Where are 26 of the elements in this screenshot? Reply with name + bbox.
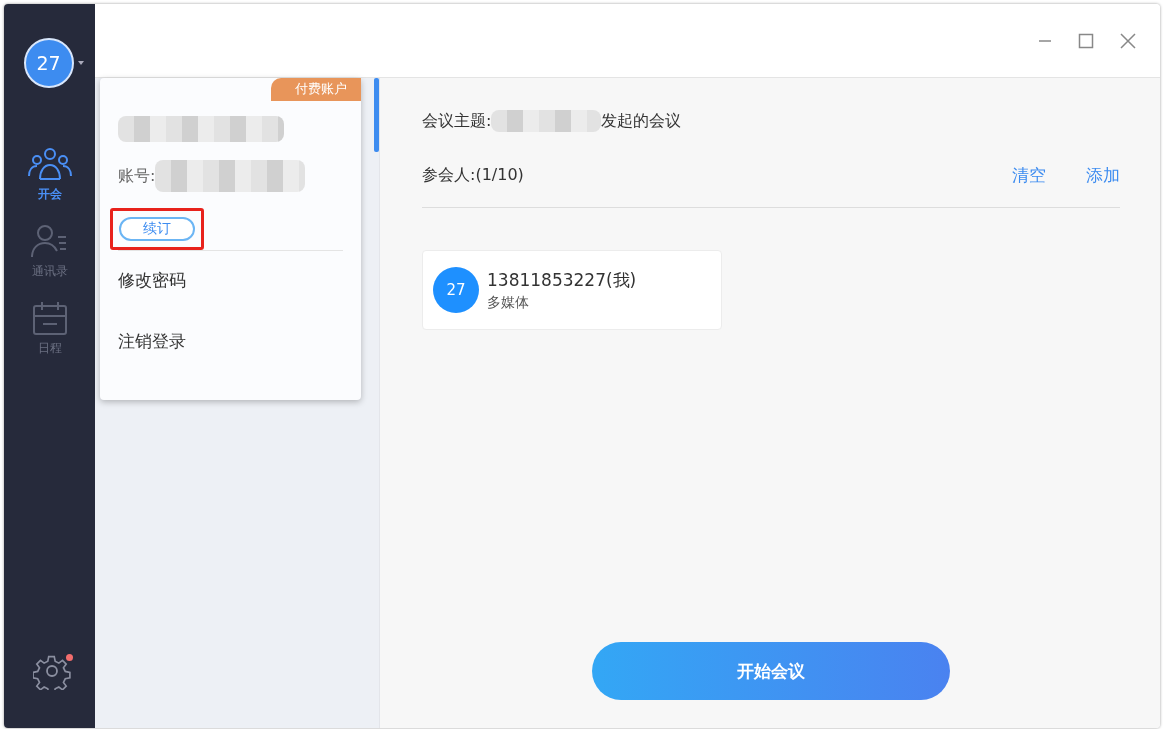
participant-name: 13811853227(我) xyxy=(487,268,637,292)
subject-text: 发起的会议 xyxy=(601,110,682,132)
account-label: 账号: xyxy=(118,165,156,187)
subject-label: 会议主题: xyxy=(422,110,492,132)
calendar-icon xyxy=(30,300,69,336)
menu-item[interactable]: 修改密码 xyxy=(118,251,343,312)
close-icon[interactable] xyxy=(1120,32,1136,49)
nav-item[interactable]: 日程 xyxy=(26,300,73,357)
menu-item[interactable]: 注销登录 xyxy=(118,312,343,373)
people-group-icon xyxy=(26,146,73,182)
action-link[interactable]: 添加 xyxy=(1086,164,1120,187)
caret-icon[interactable] xyxy=(77,61,84,65)
participants-label: 参会人:(1/10) xyxy=(422,165,524,186)
participant-type: 多媒体 xyxy=(487,293,530,312)
participant-avatar: 27 xyxy=(433,267,479,313)
nav-item[interactable]: 开会 xyxy=(26,146,73,203)
maximize-icon[interactable] xyxy=(1078,32,1094,49)
nav-label: 通讯录 xyxy=(31,263,68,280)
action-link[interactable]: 清空 xyxy=(1012,164,1046,187)
renew-button[interactable]: 续订 xyxy=(119,217,195,241)
start-meeting-button[interactable]: 开始会议 xyxy=(592,642,950,700)
nav-item[interactable]: 通讯录 xyxy=(26,223,73,280)
nav-label: 开会 xyxy=(37,186,62,203)
account-badge: 付费账户 xyxy=(271,78,361,101)
nav-label: 日程 xyxy=(37,340,62,357)
user-avatar[interactable]: 27 xyxy=(23,38,74,88)
